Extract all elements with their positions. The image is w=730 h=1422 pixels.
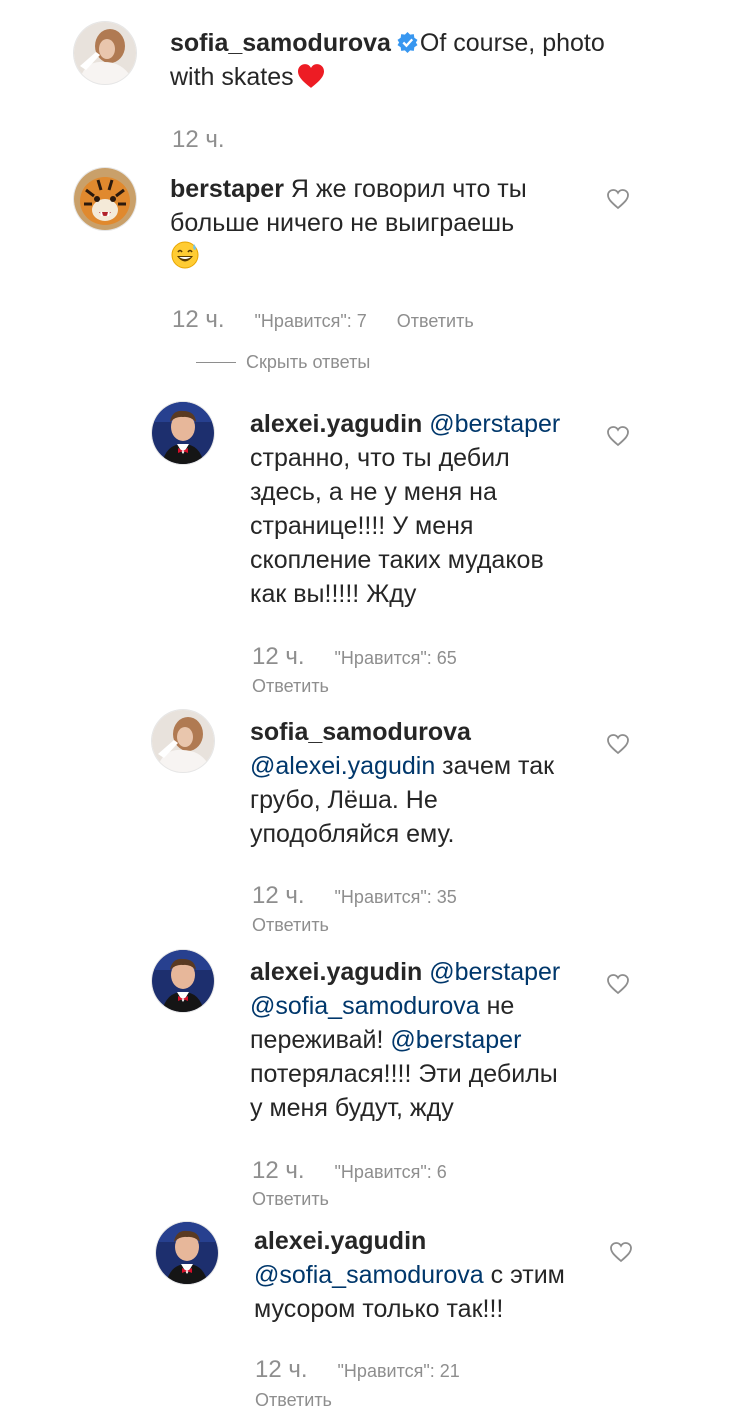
comment-time[interactable]: 12 ч.: [252, 1157, 305, 1184]
red-heart-emoji: [297, 64, 324, 88]
like-button[interactable]: [606, 973, 630, 995]
hide-replies-button[interactable]: Скрыть ответы: [196, 352, 370, 373]
comment-text-line: здесь, а не у меня на: [250, 478, 497, 506]
avatar[interactable]: [152, 950, 214, 1012]
comment-meta: 12 ч. "Нравится": 7 Ответить: [172, 306, 474, 334]
like-count[interactable]: "Нравится": 7: [255, 311, 367, 331]
comment-text: переживай!: [250, 1026, 391, 1054]
reply-comment: alexei.yagudin @berstaper @sofia_samodur…: [250, 955, 590, 1125]
reply-button[interactable]: Ответить: [252, 915, 329, 936]
avatar[interactable]: [156, 1222, 218, 1284]
comment-username[interactable]: alexei.yagudin: [254, 1227, 426, 1255]
reply-button[interactable]: Ответить: [255, 1390, 332, 1411]
comment-time[interactable]: 12 ч.: [172, 306, 225, 333]
grinning-sweat-emoji: [171, 241, 199, 269]
comment-meta: 12 ч. "Нравится": 21: [255, 1356, 490, 1384]
comment-text-line: потерялася!!!! Эти дебилы: [250, 1060, 558, 1088]
comment-username[interactable]: alexei.yagudin: [250, 958, 422, 986]
mention-link[interactable]: @berstaper: [429, 410, 560, 438]
comment-meta: 12 ч. "Нравится": 35: [252, 882, 487, 910]
reply-button[interactable]: Ответить: [252, 1189, 329, 1205]
mention-link[interactable]: @sofia_samodurova: [250, 992, 480, 1020]
heart-outline-icon: [607, 426, 629, 446]
comment-meta: 12 ч.: [172, 126, 255, 154]
comment-username[interactable]: alexei.yagudin: [250, 410, 422, 438]
comment-meta: 12 ч. "Нравится": 65: [252, 643, 487, 671]
reply-comment: sofia_samodurova @alexei.yagudin зачем т…: [250, 715, 590, 851]
mention-link[interactable]: @alexei.yagudin: [250, 752, 435, 780]
comment-meta: 12 ч. "Нравится": 6: [252, 1157, 477, 1185]
like-button[interactable]: [609, 1241, 633, 1263]
comment-text-line: уподобляйся ему.: [250, 820, 455, 848]
heart-outline-icon: [607, 734, 629, 754]
comment-text-line: грубо, Лёша. Не: [250, 786, 438, 814]
comment-username[interactable]: sofia_samodurova: [250, 718, 471, 746]
like-count[interactable]: "Нравится": 6: [335, 1162, 447, 1182]
comment-text-line: мусором только так!!!: [254, 1295, 504, 1323]
comment-username[interactable]: berstaper: [170, 175, 284, 203]
like-button[interactable]: [606, 425, 630, 447]
heart-outline-icon: [607, 974, 629, 994]
avatar[interactable]: [74, 168, 136, 230]
mention-link[interactable]: @berstaper: [390, 1026, 521, 1054]
verified-badge-icon: [397, 32, 418, 53]
comment: sofia_samodurova Of course, photo with sk…: [170, 26, 650, 94]
comment-username[interactable]: sofia_samodurova: [170, 29, 391, 57]
comment-text-line: у меня будут, жду: [250, 1094, 454, 1122]
hide-replies-label: Скрыть ответы: [246, 352, 371, 372]
comment-text-line: скопление таких мудаков: [250, 546, 544, 574]
comment-time[interactable]: 12 ч.: [255, 1356, 308, 1383]
avatar[interactable]: [74, 22, 136, 84]
like-button[interactable]: [606, 733, 630, 755]
comment-time[interactable]: 12 ч.: [252, 643, 305, 670]
like-button[interactable]: [606, 188, 630, 210]
reply-comment: alexei.yagudin @berstaper странно, что т…: [250, 407, 590, 611]
divider: [196, 362, 236, 363]
comment-time[interactable]: 12 ч.: [172, 126, 225, 153]
avatar[interactable]: [152, 402, 214, 464]
comment-text-line: как вы!!!!! Жду: [250, 580, 417, 608]
comment-text: зачем так: [435, 752, 555, 780]
comment-text: с этим: [483, 1261, 565, 1289]
reply-button[interactable]: Ответить: [252, 676, 329, 697]
heart-outline-icon: [607, 189, 629, 209]
comment: berstaper Я же говорил что ты больше нич…: [170, 172, 570, 279]
avatar[interactable]: [152, 710, 214, 772]
heart-outline-icon: [610, 1242, 632, 1262]
comment-text-line: странно, что ты дебил: [250, 444, 510, 472]
like-count[interactable]: "Нравится": 65: [335, 648, 457, 668]
reply-button[interactable]: Ответить: [397, 311, 474, 331]
comment-text-line: странице!!!! У меня: [250, 512, 474, 540]
comment-time[interactable]: 12 ч.: [252, 882, 305, 909]
comment-text: не: [479, 992, 515, 1020]
like-count[interactable]: "Нравится": 21: [338, 1361, 460, 1381]
reply-comment: alexei.yagudin @sofia_samodurova с этим …: [254, 1224, 594, 1326]
like-count[interactable]: "Нравится": 35: [335, 887, 457, 907]
mention-link[interactable]: @sofia_samodurova: [254, 1261, 484, 1289]
mention-link[interactable]: @berstaper: [429, 958, 560, 986]
